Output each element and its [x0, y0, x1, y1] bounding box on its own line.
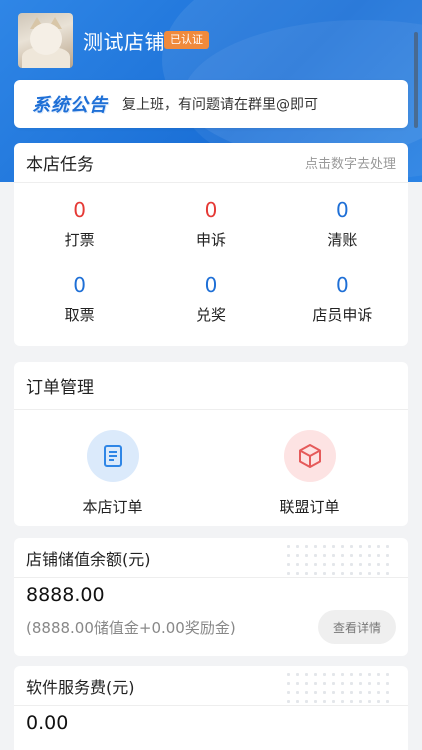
task-label: 店员申诉: [312, 306, 373, 324]
store-tasks-title: 本店任务: [26, 155, 94, 175]
task-pickup-ticket[interactable]: 0 取票: [14, 272, 145, 346]
task-count[interactable]: 0: [145, 197, 276, 223]
store-orders-button[interactable]: 本店订单: [14, 410, 211, 517]
task-label: 打票: [64, 231, 95, 249]
store-balance-title: 店铺储值余额(元): [26, 549, 151, 569]
notice-title: 系统公告: [32, 95, 108, 116]
alliance-orders-button[interactable]: 联盟订单: [211, 410, 408, 517]
service-fee-amount: 0.00: [26, 712, 69, 734]
system-notice[interactable]: 系统公告 复上班，有问题请在群里@即可: [14, 80, 408, 128]
store-balance-detail-row: (8888.00储值金+0.00奖励金) 查看详情: [14, 606, 408, 644]
task-print-ticket[interactable]: 0 打票: [14, 197, 145, 272]
service-fee-title: 软件服务费(元): [26, 677, 135, 697]
shop-name: 测试店铺: [83, 30, 165, 54]
task-count[interactable]: 0: [277, 197, 408, 223]
order-grid: 本店订单 联盟订单: [14, 410, 408, 517]
alliance-orders-label: 联盟订单: [279, 498, 340, 516]
verified-badge: 已认证: [164, 31, 209, 49]
task-staff-appeal[interactable]: 0 店员申诉: [277, 272, 408, 346]
service-fee-card: 软件服务费(元) 0.00: [14, 666, 408, 750]
dot-pattern-decoration: [284, 670, 394, 706]
store-tasks-hint: 点击数字去处理: [304, 157, 396, 172]
task-count[interactable]: 0: [145, 272, 276, 298]
task-label: 申诉: [195, 231, 226, 249]
task-redeem-prize[interactable]: 0 兑奖: [145, 272, 276, 346]
task-label: 兑奖: [195, 306, 226, 324]
store-balance-breakdown: (8888.00储值金+0.00奖励金): [26, 618, 236, 637]
cube-icon: [283, 430, 336, 482]
task-count[interactable]: 0: [14, 272, 145, 298]
view-details-button[interactable]: 查看详情: [318, 610, 396, 644]
shop-avatar[interactable]: [18, 13, 73, 68]
store-balance-amount: 8888.00: [26, 584, 105, 606]
task-count[interactable]: 0: [277, 272, 408, 298]
store-orders-label: 本店订单: [82, 498, 143, 516]
notice-text: 复上班，有问题请在群里@即可: [122, 97, 318, 113]
order-management-header: 订单管理: [14, 362, 408, 410]
task-settle-account[interactable]: 0 清账: [277, 197, 408, 272]
task-label: 清账: [327, 231, 358, 249]
scrollbar[interactable]: [414, 32, 418, 128]
task-label: 取票: [64, 306, 95, 324]
store-tasks-header: 本店任务 点击数字去处理: [14, 143, 408, 183]
task-appeal[interactable]: 0 申诉: [145, 197, 276, 272]
store-tasks-card: 本店任务 点击数字去处理 0 打票 0 申诉 0 清账 0 取票 0 兑奖 0 …: [14, 143, 408, 346]
document-icon: [86, 430, 139, 482]
service-fee-header: 软件服务费(元): [14, 666, 408, 706]
store-balance-card: 店铺储值余额(元) 8888.00 (8888.00储值金+0.00奖励金) 查…: [14, 538, 408, 656]
task-count[interactable]: 0: [14, 197, 145, 223]
order-management-title: 订单管理: [26, 378, 94, 398]
store-balance-header: 店铺储值余额(元): [14, 538, 408, 578]
order-management-card: 订单管理 本店订单 联盟订单: [14, 362, 408, 526]
dot-pattern-decoration: [284, 542, 394, 578]
task-grid: 0 打票 0 申诉 0 清账 0 取票 0 兑奖 0 店员申诉: [14, 183, 408, 346]
avatar-cat-face: [30, 23, 62, 55]
